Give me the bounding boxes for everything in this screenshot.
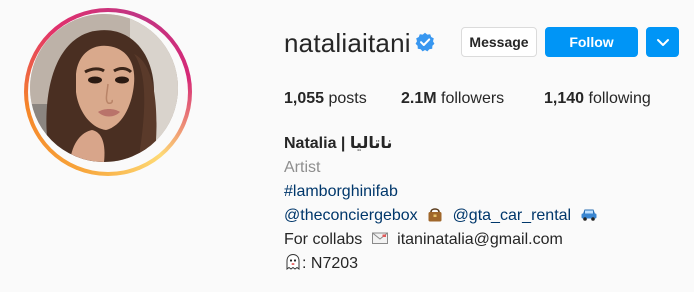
posts-stat: 1,055 posts [284, 90, 367, 108]
avatar[interactable] [30, 14, 178, 162]
followers-count: 2.1M [401, 90, 437, 107]
hashtag-link[interactable]: #lamborghinifab [284, 183, 398, 200]
posts-label: posts [328, 90, 367, 107]
follow-button[interactable]: Follow [545, 27, 638, 57]
snapchat-code: : N7203 [302, 255, 359, 272]
chevron-down-icon [656, 39, 669, 46]
email-text: itaninatalia@gmail.com [397, 231, 563, 248]
mention-link-gta-car-rental[interactable]: @gta_car_rental [453, 207, 572, 224]
message-button[interactable]: Message [461, 27, 537, 57]
avatar-image [30, 14, 178, 162]
verified-badge-icon [415, 32, 435, 52]
username: nataliaitani [284, 28, 411, 58]
mention-link-theconciergebox[interactable]: @theconciergebox [284, 207, 418, 224]
followers-link[interactable]: 2.1M followers [401, 90, 504, 108]
story-ring[interactable] [24, 8, 192, 176]
following-label: following [588, 90, 651, 107]
full-name: Natalia | ناتاليا [284, 135, 393, 152]
ghost-icon [286, 253, 300, 270]
suggested-accounts-button[interactable] [646, 27, 679, 57]
handbag-icon [428, 208, 442, 222]
following-link[interactable]: 1,140 following [544, 90, 651, 108]
posts-count: 1,055 [284, 90, 325, 107]
following-count: 1,140 [544, 90, 585, 107]
category-label: Artist [284, 159, 321, 176]
car-icon [581, 209, 597, 221]
followers-label: followers [441, 90, 505, 107]
collabs-prefix: For collabs [284, 231, 363, 248]
bio: Natalia | ناتاليا Artist #lamborghinifab… [284, 132, 602, 276]
envelope-icon [371, 232, 388, 244]
profile-header: nataliaitani Message Follow 1,055 posts … [0, 0, 694, 292]
